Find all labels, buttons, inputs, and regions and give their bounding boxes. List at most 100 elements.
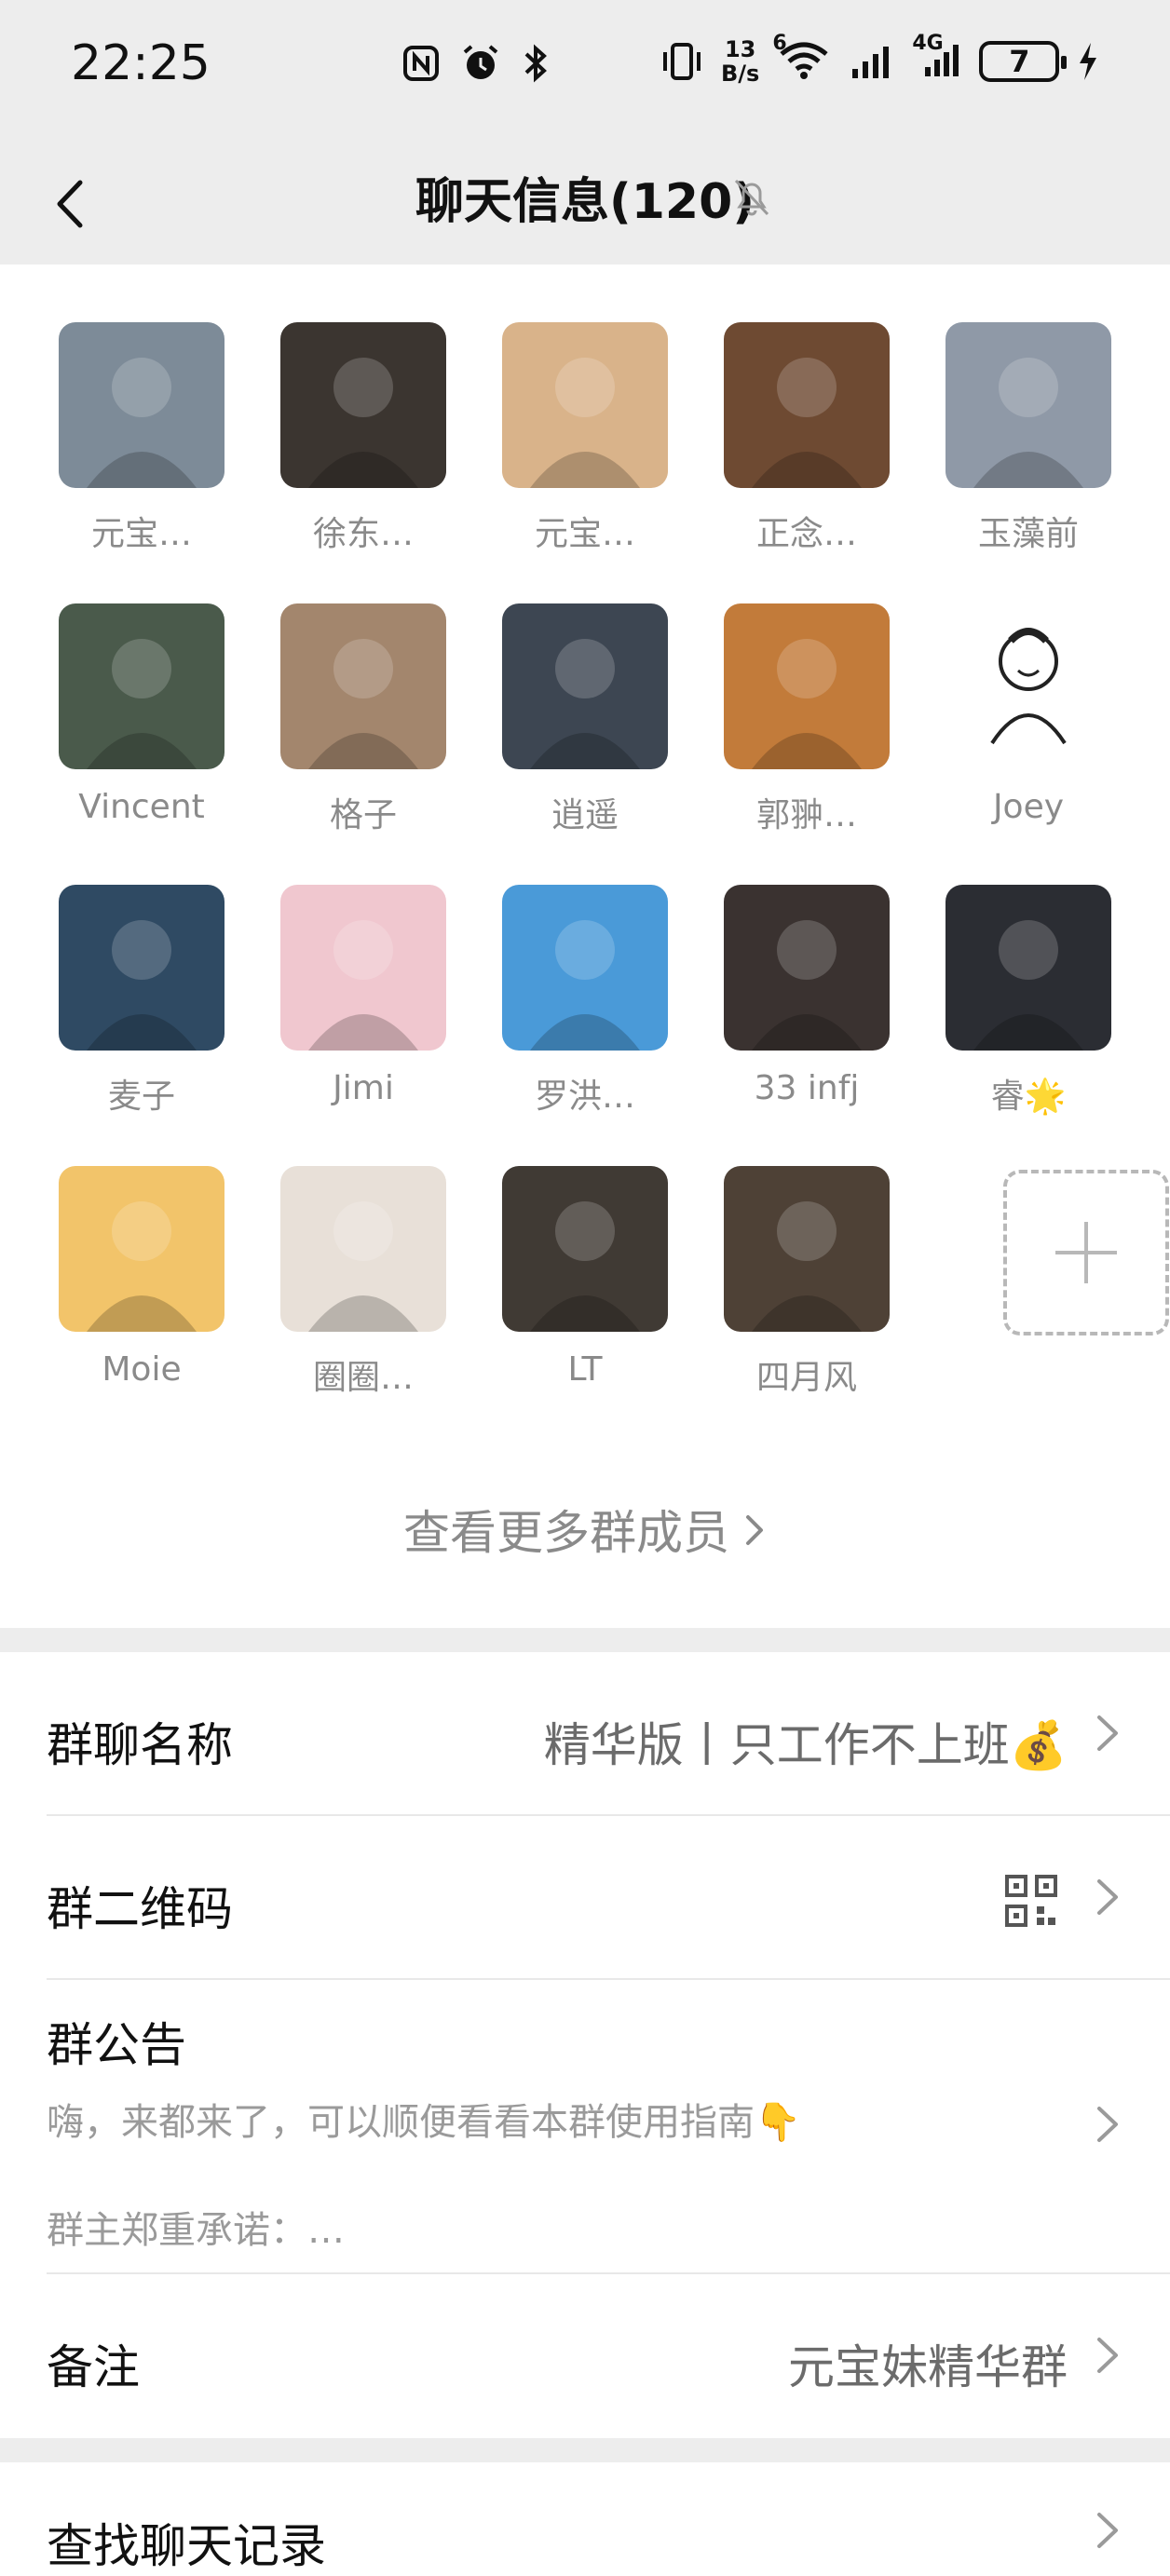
member-item[interactable]: 正念… [695,322,918,555]
member-item[interactable]: 四月风 [695,1166,918,1399]
member-item[interactable]: 圈圈… [252,1166,475,1399]
avatar[interactable] [280,322,446,488]
chevron-right-icon [1097,1715,1118,1751]
more-members-link[interactable]: 查看更多群成员 [0,1496,1170,1563]
member-name: 睿🌟 [990,1078,1067,1116]
avatar[interactable] [502,1166,668,1332]
chevron-right-icon [1097,1879,1118,1915]
notice-label: 群公告 [47,2018,186,2072]
nav-title-wrap: 聊天信息(120) [0,162,1170,232]
vibrate-icon [663,43,701,80]
member-name: Jimi [333,1069,394,1107]
member-item[interactable]: LT [473,1166,697,1389]
avatar[interactable] [724,885,890,1051]
group-name-value: 精华版丨只工作不上班💰 [543,1718,1068,1772]
wifi-label: 6 [772,32,787,55]
notice-preview-line1: 嗨，来都来了，可以顺便看看本群使用指南👇 [47,2101,801,2144]
avatar[interactable] [280,1166,446,1332]
search-history-label: 查找聊天记录 [47,2519,326,2573]
remark-label: 备注 [47,2340,140,2394]
member-name: 郭翀… [755,796,857,834]
qr-code-icon [1005,1875,1057,1927]
avatar[interactable] [946,603,1111,769]
member-name: 玉藻前 [977,515,1079,553]
add-member-button[interactable] [974,1170,1170,1335]
plus-icon[interactable] [1003,1170,1169,1335]
member-item[interactable]: 徐东… [252,322,475,555]
member-item[interactable]: 格子 [252,603,475,836]
group-name-label: 群聊名称 [47,1718,233,1772]
avatar[interactable] [280,603,446,769]
avatar[interactable] [502,885,668,1051]
signal-icon [852,47,890,78]
member-name: 四月风 [755,1359,857,1397]
search-history-row[interactable]: 查找聊天记录 [0,2462,1170,2573]
avatar[interactable] [280,885,446,1051]
member-name: Moie [102,1350,182,1389]
chevron-right-icon [746,1515,763,1545]
avatar[interactable] [946,322,1111,488]
member-name: Joey [992,788,1065,826]
member-item[interactable]: 逍遥 [473,603,697,836]
remark-row[interactable]: 备注 元宝妹精华群 [0,2274,1170,2438]
remark-value: 元宝妹精华群 [788,2340,1068,2394]
qr-label: 群二维码 [47,1882,233,1936]
battery-level: 7 [1009,44,1030,79]
net-speed-value: 13 [724,36,756,62]
member-item[interactable]: 睿🌟 [917,885,1140,1118]
avatar[interactable] [502,322,668,488]
group-name-row[interactable]: 群聊名称 精华版丨只工作不上班💰 [0,1652,1170,1816]
section-gap [0,2438,1170,2462]
nav-bar: 聊天信息(120) [0,134,1170,264]
avatar[interactable] [59,603,224,769]
avatar[interactable] [946,885,1111,1051]
member-grid: 元宝… 徐东… 元宝… 正念… 玉藻前 Vincent 格子 逍遥 郭翀… Joey 麦子 Jimi 罗… [0,264,1170,1628]
status-icons-right: 13 B/s 6 4G 7 [660,32,1100,87]
qr-code-row[interactable]: 群二维码 [0,1816,1170,1980]
member-name: 徐东… [312,515,414,553]
avatar[interactable] [59,885,224,1051]
member-item[interactable]: 罗洪… [473,885,697,1118]
member-name: 罗洪… [534,1078,635,1116]
section-gap [0,1628,1170,1652]
more-members-label[interactable]: 查看更多群成员 [403,1506,729,1560]
charging-icon [1080,43,1097,80]
avatar[interactable] [502,603,668,769]
chevron-right-icon [1097,2513,1118,2548]
member-item[interactable]: 元宝… [473,322,697,555]
avatar[interactable] [724,1166,890,1332]
chevron-right-icon [1097,2107,1118,2142]
battery-indicator: 7 [979,41,1068,82]
member-item[interactable]: Moie [30,1166,253,1389]
bluetooth-icon [524,44,547,83]
member-item[interactable]: 麦子 [30,885,253,1118]
member-name: 格子 [329,796,397,834]
member-name: 麦子 [107,1078,175,1116]
member-item[interactable]: 玉藻前 [917,322,1140,555]
member-name: 逍遥 [551,796,619,834]
avatar[interactable] [59,1166,224,1332]
member-item[interactable]: Vincent [30,603,253,826]
status-icons-left [402,43,550,84]
member-item[interactable]: 郭翀… [695,603,918,836]
member-item[interactable]: Joey [917,603,1140,826]
alarm-icon [463,45,498,79]
cell-label: 4G [912,32,944,55]
notice-preview-line2: 群主郑重承诺：… [47,2209,345,2252]
page-title: 聊天信息(120) [415,174,755,230]
member-name: 33 infj [754,1069,860,1107]
member-item[interactable]: Jimi [252,885,475,1107]
member-item[interactable]: 元宝… [30,322,253,555]
member-item[interactable]: 33 infj [695,885,918,1107]
member-name: 元宝… [534,515,635,553]
avatar[interactable] [724,322,890,488]
net-speed-unit: B/s [721,61,760,87]
chevron-right-icon [1097,2338,1118,2373]
member-name: Vincent [78,788,205,826]
avatar[interactable] [59,322,224,488]
avatar[interactable] [724,603,890,769]
group-notice-row[interactable]: 群公告 嗨，来都来了，可以顺便看看本群使用指南👇 群主郑重承诺：… [0,1980,1170,2274]
member-name: LT [567,1350,603,1389]
bell-muted-icon [734,179,769,216]
member-name: 圈圈… [312,1359,414,1397]
